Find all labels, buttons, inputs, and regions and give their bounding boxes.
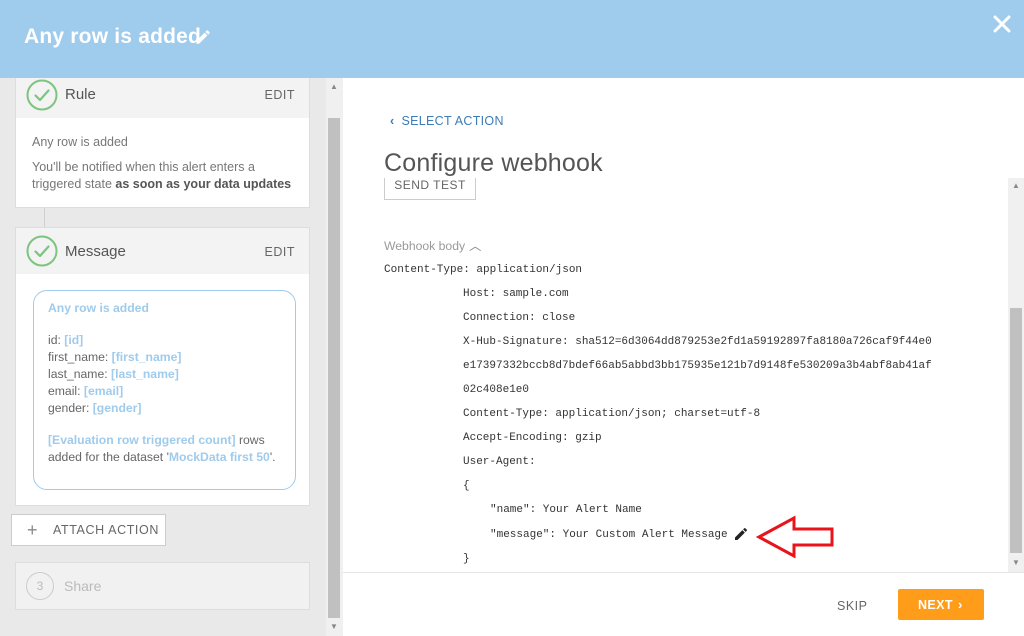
- message-field: first_name: [first_name]: [48, 349, 281, 366]
- message-preview-title: Any row is added: [48, 301, 149, 315]
- webhook-line: {: [463, 480, 470, 492]
- pencil-icon[interactable]: [733, 526, 749, 542]
- message-step-title: Message: [65, 243, 126, 260]
- field-label: email:: [48, 384, 84, 398]
- share-step-card[interactable]: 3 Share: [15, 562, 310, 610]
- field-token: [gender]: [92, 401, 142, 415]
- plus-icon: +: [27, 520, 39, 540]
- webhook-body-toggle[interactable]: Webhook body ︿: [384, 236, 481, 254]
- field-token: [id]: [64, 333, 84, 347]
- check-circle-icon: [26, 235, 58, 267]
- close-icon[interactable]: [990, 12, 1014, 36]
- rule-step-title: Rule: [65, 86, 96, 103]
- sidebar-scroll-thumb[interactable]: [328, 118, 340, 618]
- chevron-up-icon: ︿: [469, 239, 482, 253]
- webhook-content-scroll-area: SEND TEST Webhook body ︿ Content-Type: ap…: [343, 178, 1008, 572]
- steps-sidebar: Rule EDIT Any row is added You'll be not…: [0, 78, 343, 636]
- check-circle-icon: [26, 79, 58, 111]
- field-label: gender:: [48, 401, 93, 415]
- field-label: first_name:: [48, 350, 112, 364]
- message-footer: [Evaluation row triggered count] rows ad…: [48, 432, 281, 466]
- footer-text-end: '.: [269, 450, 276, 464]
- field-token: [first_name]: [111, 350, 182, 364]
- content-scrollbar[interactable]: ▲ ▼: [1008, 178, 1024, 572]
- skip-button[interactable]: SKIP: [837, 599, 868, 613]
- chevron-left-icon: ‹: [390, 114, 395, 128]
- message-field: id: [id]: [48, 332, 281, 349]
- next-button[interactable]: NEXT ›: [898, 589, 984, 620]
- scroll-up-arrow-icon[interactable]: ▲: [330, 82, 338, 91]
- rule-step-body: Any row is added You'll be notified when…: [16, 118, 309, 193]
- select-action-label: SELECT ACTION: [401, 114, 504, 128]
- webhook-line: Content-Type: application/json: [384, 264, 583, 276]
- select-action-link[interactable]: ‹ SELECT ACTION: [390, 114, 504, 128]
- attach-action-button[interactable]: + ATTACH ACTION: [11, 514, 166, 546]
- message-step-header: Message EDIT: [16, 228, 309, 274]
- webhook-line: X-Hub-Signature: sha512=6d3064dd879253e2…: [463, 336, 932, 348]
- pencil-icon[interactable]: [194, 28, 212, 46]
- message-field: email: [email]: [48, 383, 281, 400]
- message-field: last_name: [last_name]: [48, 366, 281, 383]
- message-edit-button[interactable]: EDIT: [265, 245, 295, 259]
- webhook-line: Content-Type: application/json; charset=…: [463, 408, 761, 420]
- rule-step-header: Rule EDIT: [16, 78, 309, 118]
- message-step-card: Message EDIT Any row is added id: [id] f…: [15, 227, 310, 506]
- modal-header: Any row is added: [0, 0, 1024, 78]
- webhook-line: }: [463, 553, 470, 565]
- webhook-line: Connection: close: [463, 312, 576, 324]
- webhook-config-panel: ‹ SELECT ACTION Configure webhook SEND TE…: [343, 78, 1024, 636]
- field-label: id:: [48, 333, 65, 347]
- webhook-line: "name": Your Alert Name: [490, 504, 642, 516]
- footer-dataset-token: MockData first 50: [168, 450, 270, 464]
- footer-divider: [343, 572, 1024, 573]
- webhook-line: e17397332bccb8d7bdef66ab5abbd3bb175935e1…: [463, 360, 932, 372]
- content-scroll-thumb[interactable]: [1010, 308, 1022, 553]
- message-preview-bubble: Any row is added id: [id] first_name: [f…: [33, 290, 296, 490]
- alert-title[interactable]: Any row is added: [24, 25, 201, 49]
- webhook-line: 02c408e1e0: [463, 384, 530, 396]
- field-token: [last_name]: [111, 367, 179, 381]
- footer-token: [Evaluation row triggered count]: [48, 433, 236, 447]
- field-token: [email]: [83, 384, 124, 398]
- share-step-title: Share: [64, 578, 102, 594]
- webhook-line: Accept-Encoding: gzip: [463, 432, 602, 444]
- chevron-right-icon: ›: [958, 597, 963, 612]
- field-label: last_name:: [48, 367, 112, 381]
- next-label: NEXT: [918, 598, 953, 612]
- webhook-line: Host: sample.com: [463, 288, 569, 300]
- rule-step-card: Rule EDIT Any row is added You'll be not…: [15, 78, 310, 208]
- message-field: gender: [gender]: [48, 400, 281, 417]
- rule-edit-button[interactable]: EDIT: [265, 88, 295, 102]
- webhook-line-message: "message": Your Custom Alert Message: [490, 529, 728, 541]
- scroll-up-arrow-icon[interactable]: ▲: [1012, 181, 1020, 190]
- attach-action-label: ATTACH ACTION: [53, 523, 159, 537]
- sidebar-scrollbar[interactable]: ▲ ▼: [326, 78, 343, 636]
- step-number-badge: 3: [26, 572, 54, 600]
- rule-summary: Any row is added: [32, 135, 128, 149]
- webhook-body-label: Webhook body: [384, 239, 466, 253]
- send-test-button[interactable]: SEND TEST: [384, 178, 476, 200]
- rule-description: You'll be notified when this alert enter…: [32, 159, 293, 193]
- scroll-down-arrow-icon[interactable]: ▼: [330, 622, 338, 631]
- rule-description-bold: as soon as your data updates: [115, 177, 292, 191]
- page-title: Configure webhook: [384, 149, 603, 177]
- scroll-down-arrow-icon[interactable]: ▼: [1012, 558, 1020, 567]
- step-connector: [44, 208, 45, 228]
- webhook-line: User-Agent:: [463, 456, 536, 468]
- annotation-arrow-icon: [756, 515, 834, 559]
